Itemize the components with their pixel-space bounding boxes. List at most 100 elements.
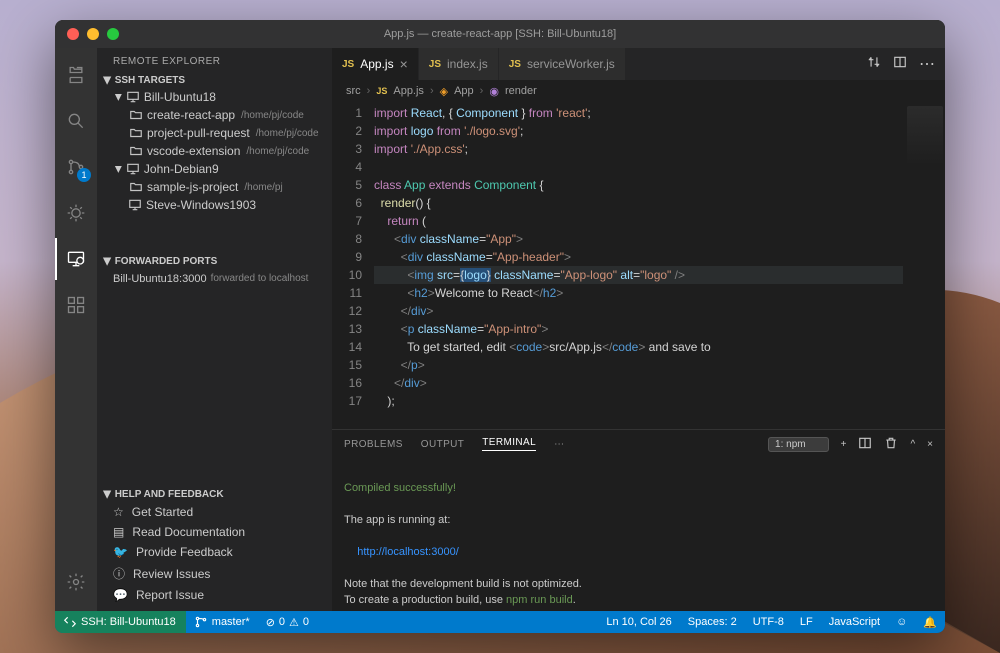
status-branch[interactable]: master* bbox=[186, 611, 258, 633]
breadcrumb-part[interactable]: App.js bbox=[393, 85, 424, 97]
twitter-icon: 🐦 bbox=[113, 545, 128, 559]
issues-icon: ⓘ bbox=[113, 565, 125, 582]
panel-tab-output[interactable]: OUTPUT bbox=[421, 439, 465, 450]
status-remote[interactable]: SSH: Bill-Ubuntu18 bbox=[55, 611, 186, 633]
help-label: Report Issue bbox=[136, 588, 204, 602]
breadcrumb-part[interactable]: src bbox=[346, 85, 361, 97]
editor-tab[interactable]: JS App.js × bbox=[332, 48, 419, 80]
maximize-panel-icon[interactable]: ^ bbox=[910, 439, 915, 450]
folder-label: vscode-extension bbox=[147, 144, 240, 158]
new-terminal-icon[interactable]: + bbox=[841, 439, 847, 450]
window-title: App.js — create-react-app [SSH: Bill-Ubu… bbox=[384, 28, 616, 40]
breadcrumb-part[interactable]: App bbox=[454, 85, 474, 97]
help-read-docs[interactable]: ▤Read Documentation bbox=[97, 522, 332, 542]
status-encoding[interactable]: UTF-8 bbox=[745, 616, 792, 628]
explorer-icon[interactable] bbox=[55, 54, 97, 96]
code-editor[interactable]: 1234567891011121314151617 import React, … bbox=[332, 102, 945, 429]
panel-more-icon[interactable]: ⋯ bbox=[554, 439, 564, 450]
close-icon[interactable]: × bbox=[400, 56, 408, 72]
editor-tab[interactable]: JS index.js bbox=[419, 48, 499, 80]
compare-icon[interactable] bbox=[867, 55, 881, 74]
help-feedback-label: HELP AND FEEDBACK bbox=[115, 489, 224, 500]
code-content[interactable]: import React, { Component } from 'react'… bbox=[374, 102, 903, 429]
chevron-down-icon: ▶ bbox=[101, 258, 112, 266]
activity-bar: 1 bbox=[55, 48, 97, 611]
ssh-folder-item[interactable]: sample-js-project /home/pj bbox=[97, 178, 332, 196]
forwarded-port-item[interactable]: Bill-Ubuntu18:3000 forwarded to localhos… bbox=[97, 269, 332, 289]
status-eol[interactable]: LF bbox=[792, 616, 821, 628]
folder-icon bbox=[129, 126, 143, 140]
ssh-host-item[interactable]: Steve-Windows1903 bbox=[97, 196, 332, 214]
bottom-panel: PROBLEMS OUTPUT TERMINAL ⋯ 1: npm + ^ × … bbox=[332, 429, 945, 611]
window-close-button[interactable] bbox=[67, 28, 79, 40]
extensions-icon[interactable] bbox=[55, 284, 97, 326]
ssh-host-item[interactable]: ▶ John-Debian9 bbox=[97, 160, 332, 178]
folder-label: project-pull-request bbox=[147, 126, 250, 140]
status-problems[interactable]: ⊘0 ⚠0 bbox=[258, 611, 317, 633]
window-maximize-button[interactable] bbox=[107, 28, 119, 40]
traffic-lights bbox=[55, 28, 119, 40]
help-review-issues[interactable]: ⓘ Review Issues bbox=[97, 562, 332, 585]
status-bell-icon[interactable]: 🔔 bbox=[915, 616, 945, 629]
status-cursor[interactable]: Ln 10, Col 26 bbox=[598, 616, 679, 628]
term-line: To create a production build, use bbox=[344, 594, 506, 606]
ssh-folder-item[interactable]: create-react-app /home/pj/code bbox=[97, 106, 332, 124]
terminal-select[interactable]: 1: npm bbox=[768, 437, 829, 452]
ssh-folder-item[interactable]: project-pull-request /home/pj/code bbox=[97, 124, 332, 142]
warning-icon: ⚠ bbox=[289, 616, 299, 629]
help-report-issue[interactable]: 💬 Report Issue bbox=[97, 585, 332, 605]
minimap[interactable] bbox=[903, 102, 945, 429]
help-label: Review Issues bbox=[133, 567, 210, 581]
close-panel-icon[interactable]: × bbox=[927, 439, 933, 450]
editor-tab[interactable]: JS serviceWorker.js bbox=[499, 48, 626, 80]
split-editor-icon[interactable] bbox=[893, 55, 907, 74]
help-get-started[interactable]: ☆Get Started bbox=[97, 502, 332, 522]
help-feedback-header[interactable]: ▶ HELP AND FEEDBACK bbox=[97, 487, 332, 502]
panel-tab-terminal[interactable]: TERMINAL bbox=[482, 437, 536, 451]
help-label: Read Documentation bbox=[132, 525, 245, 539]
help-feedback[interactable]: 🐦 Provide Feedback bbox=[97, 542, 332, 562]
breadcrumb-part[interactable]: render bbox=[505, 85, 537, 97]
remote-explorer-icon[interactable] bbox=[55, 238, 97, 280]
panel-tab-problems[interactable]: PROBLEMS bbox=[344, 439, 403, 450]
term-line: Note that the development build is not o… bbox=[344, 578, 582, 590]
debug-icon[interactable] bbox=[55, 192, 97, 234]
forwarded-ports-header[interactable]: ▶ FORWARDED PORTS bbox=[97, 254, 332, 269]
status-remote-label: SSH: Bill-Ubuntu18 bbox=[81, 616, 176, 628]
settings-gear-icon[interactable] bbox=[55, 561, 97, 603]
help-label: Provide Feedback bbox=[136, 545, 233, 559]
titlebar: App.js — create-react-app [SSH: Bill-Ubu… bbox=[55, 20, 945, 48]
folder-path: /home/pj bbox=[244, 182, 282, 193]
comment-icon: 💬 bbox=[113, 588, 128, 602]
status-feedback-icon[interactable]: ☺ bbox=[888, 616, 915, 628]
breadcrumb[interactable]: src› JS App.js› ◈ App› ◉ render bbox=[332, 80, 945, 102]
chevron-down-icon: ▶ bbox=[113, 94, 124, 101]
source-control-icon[interactable]: 1 bbox=[55, 146, 97, 188]
trash-icon[interactable] bbox=[884, 436, 898, 453]
forwarded-port-hint: forwarded to localhost bbox=[211, 273, 309, 285]
split-terminal-icon[interactable] bbox=[858, 436, 872, 453]
status-indent[interactable]: Spaces: 2 bbox=[680, 616, 745, 628]
vscode-window: App.js — create-react-app [SSH: Bill-Ubu… bbox=[55, 20, 945, 633]
ssh-targets-header[interactable]: ▶ SSH TARGETS bbox=[97, 73, 332, 88]
error-icon: ⊘ bbox=[266, 616, 275, 629]
folder-icon bbox=[129, 108, 143, 122]
class-symbol-icon: ◈ bbox=[440, 85, 448, 98]
status-language[interactable]: JavaScript bbox=[821, 616, 888, 628]
ssh-host-label: John-Debian9 bbox=[144, 162, 219, 176]
line-gutter: 1234567891011121314151617 bbox=[332, 102, 374, 429]
terminal-output[interactable]: Compiled successfully! The app is runnin… bbox=[332, 458, 945, 611]
window-minimize-button[interactable] bbox=[87, 28, 99, 40]
ssh-host-label: Bill-Ubuntu18 bbox=[144, 90, 216, 104]
folder-label: sample-js-project bbox=[147, 180, 238, 194]
status-bar: SSH: Bill-Ubuntu18 master* ⊘0 ⚠0 Ln 10, … bbox=[55, 611, 945, 633]
more-icon[interactable]: ⋯ bbox=[919, 54, 935, 74]
term-link[interactable]: http://localhost:3000/ bbox=[357, 546, 459, 558]
search-icon[interactable] bbox=[55, 100, 97, 142]
method-symbol-icon: ◉ bbox=[489, 85, 499, 98]
ssh-host-item[interactable]: ▶ Bill-Ubuntu18 bbox=[97, 88, 332, 106]
chevron-down-icon: ▶ bbox=[113, 166, 124, 173]
ssh-folder-item[interactable]: vscode-extension /home/pj/code bbox=[97, 142, 332, 160]
folder-path: /home/pj/code bbox=[241, 110, 304, 121]
folder-icon bbox=[129, 144, 143, 158]
